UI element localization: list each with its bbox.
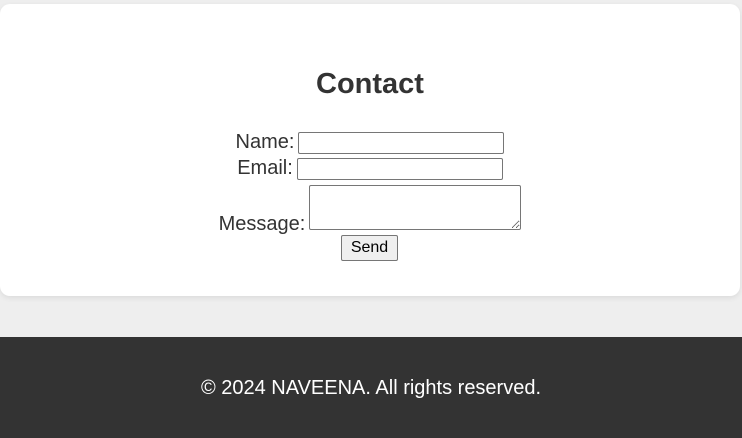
email-label: Email:: [237, 157, 293, 179]
name-row: Name:: [0, 132, 740, 154]
email-input[interactable]: [296, 158, 503, 180]
footer-copyright: © 2024 NAVEENA. All rights reserved.: [200, 377, 542, 399]
message-label: Message:: [218, 213, 306, 235]
name-label: Name:: [235, 131, 295, 153]
contact-card: Contact Name: Email: Message: Send: [0, 4, 740, 296]
message-textarea[interactable]: [309, 185, 522, 230]
email-row: Email:: [0, 158, 740, 180]
name-input[interactable]: [298, 132, 505, 154]
footer: © 2024 NAVEENA. All rights reserved.: [0, 337, 742, 438]
page-title: Contact: [316, 68, 424, 100]
message-row: Message:: [0, 185, 740, 234]
send-button[interactable]: Send: [341, 235, 398, 261]
